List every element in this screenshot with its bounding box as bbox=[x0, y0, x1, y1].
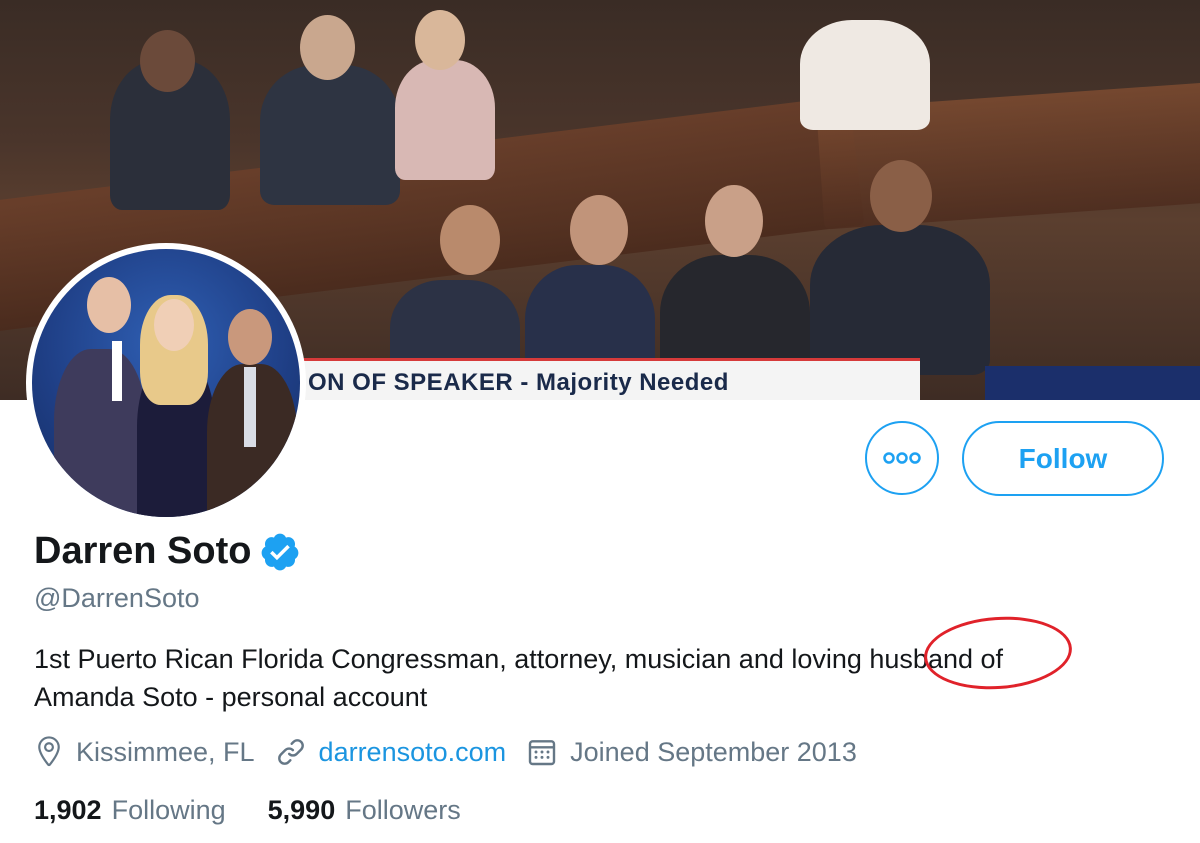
profile-handle: @DarrenSoto bbox=[34, 583, 200, 613]
more-options-button[interactable] bbox=[865, 421, 939, 495]
banner-caption-bar: ON OF SPEAKER - Majority Needed bbox=[300, 358, 920, 400]
avatar-person bbox=[54, 349, 146, 517]
profile-location: Kissimmee, FL bbox=[34, 735, 255, 769]
banner-figure-head bbox=[570, 195, 628, 265]
avatar-person-head bbox=[228, 309, 272, 365]
link-icon bbox=[277, 739, 304, 765]
calendar-icon bbox=[528, 740, 556, 766]
profile-avatar[interactable] bbox=[26, 243, 306, 523]
banner-figure-head bbox=[300, 15, 355, 80]
verified-badge-icon bbox=[262, 533, 299, 570]
more-icon bbox=[883, 452, 921, 464]
profile-stats-row: 1,902 Following 5,990 Followers bbox=[34, 795, 503, 826]
banner-figure bbox=[395, 60, 495, 180]
profile-meta-row: Kissimmee, FL darrensoto.com Joined Sept… bbox=[34, 735, 877, 769]
followers-count: 5,990 bbox=[267, 795, 336, 825]
followers-stat[interactable]: 5,990 Followers bbox=[268, 795, 461, 826]
followers-label: Followers bbox=[345, 795, 461, 825]
avatar-person-head bbox=[87, 277, 131, 333]
banner-network-logo-bar bbox=[985, 366, 1200, 400]
banner-figure-head bbox=[705, 185, 763, 257]
follow-button[interactable]: Follow bbox=[962, 421, 1164, 496]
banner-figure bbox=[260, 65, 400, 205]
banner-figure-head bbox=[140, 30, 195, 92]
banner-figure bbox=[800, 20, 930, 130]
avatar-person-head bbox=[154, 299, 194, 351]
joined-text: Joined September 2013 bbox=[570, 736, 857, 767]
profile-joined: Joined September 2013 bbox=[526, 736, 857, 768]
avatar-shirt bbox=[112, 341, 122, 401]
profile-name: Darren Soto bbox=[34, 530, 252, 572]
location-pin-icon bbox=[38, 736, 60, 767]
banner-figure-head bbox=[440, 205, 500, 275]
website-link[interactable]: darrensoto.com bbox=[319, 737, 507, 768]
avatar-shirt bbox=[244, 367, 256, 447]
following-label: Following bbox=[111, 795, 226, 825]
banner-figure bbox=[810, 225, 990, 375]
location-text: Kissimmee, FL bbox=[76, 736, 255, 767]
profile-website[interactable]: darrensoto.com bbox=[275, 736, 507, 768]
avatar-photo bbox=[32, 249, 300, 517]
banner-figure-head bbox=[870, 160, 932, 232]
banner-caption-text: ON OF SPEAKER - Majority Needed bbox=[308, 369, 729, 396]
profile-name-row: Darren Soto bbox=[34, 530, 301, 573]
following-stat[interactable]: 1,902 Following bbox=[34, 795, 226, 826]
following-count: 1,902 bbox=[34, 795, 102, 825]
banner-figure-head bbox=[415, 10, 465, 70]
